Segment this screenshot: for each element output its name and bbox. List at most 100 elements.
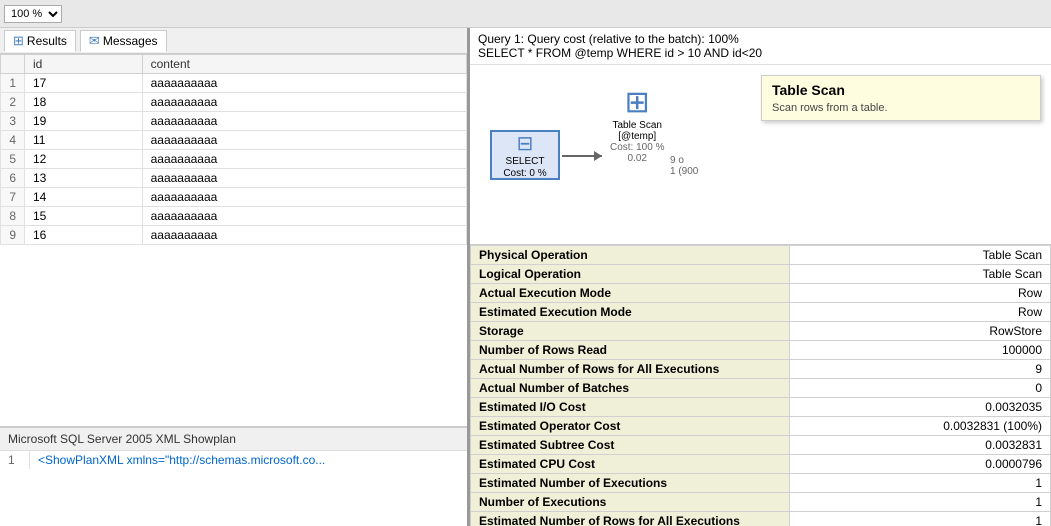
property-row: Estimated CPU Cost0.0000796: [471, 455, 1051, 474]
property-row: StorageRowStore: [471, 322, 1051, 341]
tab-results[interactable]: ⊞ Results: [4, 30, 76, 52]
cell-id: 18: [25, 93, 143, 112]
plan-select-box: ⊟ SELECT Cost: 0 %: [490, 130, 560, 180]
right-panel: Query 1: Query cost (relative to the bat…: [470, 28, 1051, 526]
property-value: 100000: [790, 341, 1051, 360]
properties-table: Physical OperationTable ScanLogical Oper…: [470, 245, 1051, 526]
property-label: Actual Execution Mode: [471, 284, 790, 303]
property-label: Number of Rows Read: [471, 341, 790, 360]
property-value: 0.0032831 (100%): [790, 417, 1051, 436]
row-num: 2: [1, 93, 25, 112]
property-label: Number of Executions: [471, 493, 790, 512]
message-icon: ✉: [89, 33, 100, 49]
plan-extra2: 1 (900: [670, 166, 698, 177]
cell-id: 17: [25, 74, 143, 93]
row-num: 4: [1, 131, 25, 150]
tooltip-title: Table Scan: [772, 82, 1030, 98]
property-value: 1: [790, 512, 1051, 526]
cell-content: aaaaaaaaaa: [142, 74, 466, 93]
plan-table-sublabel: [@temp]: [618, 131, 656, 142]
showplan-rownum: 1: [0, 451, 30, 469]
col-rownum: [1, 55, 25, 74]
table-row: 117aaaaaaaaaa: [1, 74, 467, 93]
left-panel: ⊞ Results ✉ Messages id content 117aaaaa…: [0, 28, 470, 526]
query-line2: SELECT * FROM @temp WHERE id > 10 AND id…: [478, 46, 1043, 60]
table-row: 714aaaaaaaaaa: [1, 188, 467, 207]
cell-content: aaaaaaaaaa: [142, 169, 466, 188]
col-content: content: [142, 55, 466, 74]
col-id: id: [25, 55, 143, 74]
property-row: Estimated Operator Cost0.0032831 (100%): [471, 417, 1051, 436]
property-row: Number of Executions1: [471, 493, 1051, 512]
cell-id: 15: [25, 207, 143, 226]
plan-extra-info: 9 o 1 (900: [670, 155, 698, 177]
property-row: Actual Number of Rows for All Executions…: [471, 360, 1051, 379]
tab-messages[interactable]: ✉ Messages: [80, 30, 167, 52]
plan-table-cost2: 0.02: [628, 153, 647, 164]
property-value: 0.0032831: [790, 436, 1051, 455]
query-line1: Query 1: Query cost (relative to the bat…: [478, 32, 1043, 46]
showplan-panel: Microsoft SQL Server 2005 XML Showplan 1…: [0, 426, 467, 526]
cell-id: 12: [25, 150, 143, 169]
property-value: Table Scan: [790, 265, 1051, 284]
plan-select-cost: Cost: 0 %: [503, 168, 546, 179]
table-row: 815aaaaaaaaaa: [1, 207, 467, 226]
plan-table-cost1: Cost: 100 %: [610, 142, 664, 153]
cell-content: aaaaaaaaaa: [142, 226, 466, 245]
property-row: Actual Number of Batches0: [471, 379, 1051, 398]
row-num: 7: [1, 188, 25, 207]
row-num: 3: [1, 112, 25, 131]
top-bar: 100 % 75 % 50 % 125 % 150 %: [0, 0, 1051, 28]
property-label: Estimated Subtree Cost: [471, 436, 790, 455]
tab-messages-label: Messages: [103, 34, 158, 48]
property-value: 0.0032035: [790, 398, 1051, 417]
select-grid-icon: ⊟: [517, 131, 534, 156]
property-row: Estimated Number of Executions1: [471, 474, 1051, 493]
property-label: Estimated CPU Cost: [471, 455, 790, 474]
property-value: Table Scan: [790, 246, 1051, 265]
table-row: 512aaaaaaaaaa: [1, 150, 467, 169]
property-label: Estimated I/O Cost: [471, 398, 790, 417]
cell-content: aaaaaaaaaa: [142, 112, 466, 131]
property-label: Estimated Number of Executions: [471, 474, 790, 493]
tooltip-description: Scan rows from a table.: [772, 102, 1030, 114]
property-label: Physical Operation: [471, 246, 790, 265]
row-num: 9: [1, 226, 25, 245]
cell-id: 14: [25, 188, 143, 207]
zoom-select[interactable]: 100 % 75 % 50 % 125 % 150 %: [4, 5, 62, 23]
showplan-link[interactable]: <ShowPlanXML xmlns="http://schemas.micro…: [30, 451, 333, 469]
row-num: 8: [1, 207, 25, 226]
cell-content: aaaaaaaaaa: [142, 131, 466, 150]
cell-content: aaaaaaaaaa: [142, 207, 466, 226]
cell-content: aaaaaaaaaa: [142, 188, 466, 207]
property-label: Storage: [471, 322, 790, 341]
property-row: Estimated I/O Cost0.0032035: [471, 398, 1051, 417]
property-value: 9: [790, 360, 1051, 379]
cell-id: 11: [25, 131, 143, 150]
showplan-header: Microsoft SQL Server 2005 XML Showplan: [0, 428, 467, 451]
property-value: 0: [790, 379, 1051, 398]
results-table: id content 117aaaaaaaaaa218aaaaaaaaaa319…: [0, 54, 467, 245]
tab-bar: ⊞ Results ✉ Messages: [0, 28, 467, 54]
table-row: 411aaaaaaaaaa: [1, 131, 467, 150]
table-row: 218aaaaaaaaaa: [1, 93, 467, 112]
property-value: 0.0000796: [790, 455, 1051, 474]
property-label: Actual Number of Rows for All Executions: [471, 360, 790, 379]
property-row: Estimated Subtree Cost0.0032831: [471, 436, 1051, 455]
property-label: Estimated Operator Cost: [471, 417, 790, 436]
results-table-container: id content 117aaaaaaaaaa218aaaaaaaaaa319…: [0, 54, 467, 426]
plan-select-label: SELECT: [506, 156, 545, 168]
cell-content: aaaaaaaaaa: [142, 93, 466, 112]
property-row: Estimated Execution ModeRow: [471, 303, 1051, 322]
property-label: Estimated Number of Rows for All Executi…: [471, 512, 790, 526]
property-row: Estimated Number of Rows for All Executi…: [471, 512, 1051, 526]
property-row: Physical OperationTable Scan: [471, 246, 1051, 265]
row-num: 5: [1, 150, 25, 169]
grid-icon: ⊞: [13, 33, 24, 49]
plan-extra1: 9 o: [670, 155, 698, 166]
property-value: Row: [790, 303, 1051, 322]
table-row: 916aaaaaaaaaa: [1, 226, 467, 245]
property-row: Number of Rows Read100000: [471, 341, 1051, 360]
property-value: 1: [790, 493, 1051, 512]
tab-results-label: Results: [27, 34, 67, 48]
